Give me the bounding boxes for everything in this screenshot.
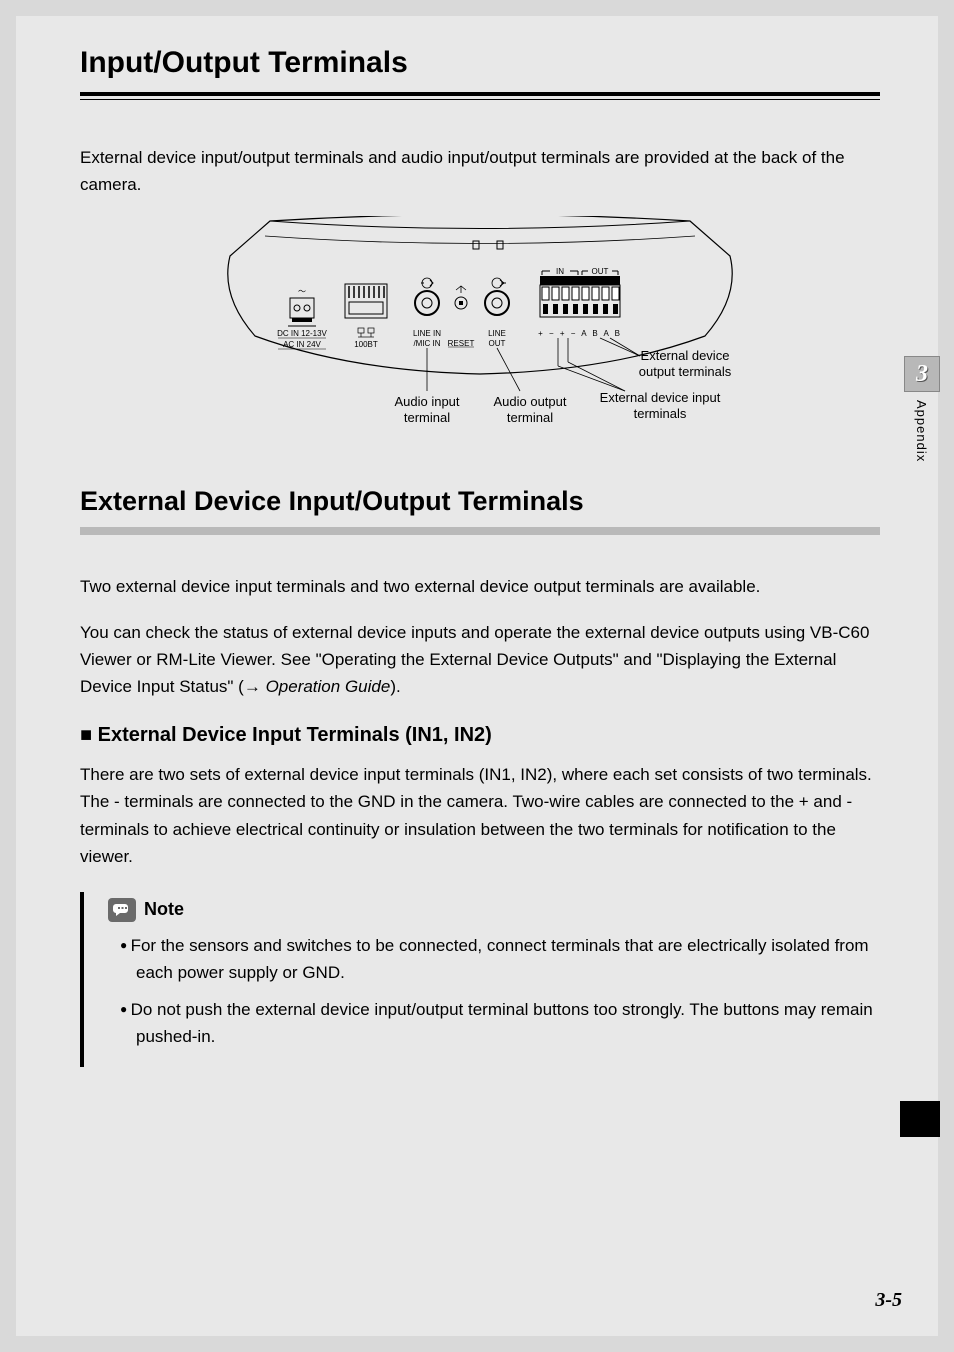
- reset-label: RESET: [448, 339, 475, 348]
- intro-paragraph: External device input/output terminals a…: [80, 144, 880, 198]
- in-num-1: 1: [548, 276, 553, 285]
- ext-out-callout-2: output terminals: [639, 364, 732, 379]
- note-icon: [108, 898, 136, 922]
- page-number: 3-5: [875, 1289, 902, 1312]
- note-block: Note For the sensors and switches to be …: [80, 892, 880, 1067]
- ext-in-callout-1: External device input: [600, 390, 721, 405]
- note-item: For the sensors and switches to be conne…: [108, 932, 880, 986]
- page-title: Input/Output Terminals: [80, 46, 880, 96]
- polarity-label: + − + − A B A B: [538, 329, 622, 338]
- subsection-para: There are two sets of external device in…: [80, 761, 880, 870]
- section-title: External Device Input/Output Terminals: [80, 486, 880, 535]
- section-2-para-2: You can check the status of external dev…: [80, 619, 880, 701]
- chapter-label: Appendix: [914, 400, 929, 462]
- title-rule: [80, 99, 880, 100]
- audio-output-callout-2: terminal: [507, 410, 553, 425]
- ext-in-callout-2: terminals: [634, 406, 687, 421]
- note-item: Do not push the external device input/ou…: [108, 996, 880, 1050]
- mic-in-label: /MIC IN: [413, 339, 440, 348]
- chapter-number-badge: 3: [904, 356, 940, 392]
- out-num-1: 1: [588, 276, 593, 285]
- audio-input-callout-2: terminal: [404, 410, 450, 425]
- ac-in-label: AC IN 24V: [283, 340, 321, 349]
- net-label: 100BT: [354, 340, 378, 349]
- audio-input-callout-1: Audio input: [394, 394, 459, 409]
- audio-output-callout-1: Audio output: [493, 394, 566, 409]
- out-header: OUT: [592, 267, 609, 276]
- in-num-2: 2: [568, 276, 573, 285]
- line-in-label: LINE IN: [413, 329, 441, 338]
- section-2-p2-a: You can check the status of external dev…: [80, 623, 869, 696]
- svg-text:〜: 〜: [298, 287, 306, 296]
- line-out-label-2: OUT: [489, 339, 506, 348]
- line-out-label-1: LINE: [488, 329, 506, 338]
- operation-guide-ref: Operation Guide: [266, 677, 391, 696]
- out-num-2: 2: [608, 276, 613, 285]
- terminal-diagram: 〜 DC IN 12-13V AC IN 24V: [210, 216, 750, 446]
- note-label: Note: [144, 899, 184, 920]
- subsection-title: External Device Input Terminals (IN1, IN…: [80, 724, 880, 747]
- ext-out-callout-1: External device: [641, 348, 730, 363]
- side-marker: [900, 1101, 940, 1137]
- note-list: For the sensors and switches to be conne…: [108, 932, 880, 1051]
- chapter-tab: 3 Appendix: [904, 356, 940, 462]
- section-2-p2-b: ).: [390, 677, 400, 696]
- section-2-para-1: Two external device input terminals and …: [80, 573, 880, 600]
- dc-in-label: DC IN 12-13V: [277, 329, 327, 338]
- in-header: IN: [556, 267, 564, 276]
